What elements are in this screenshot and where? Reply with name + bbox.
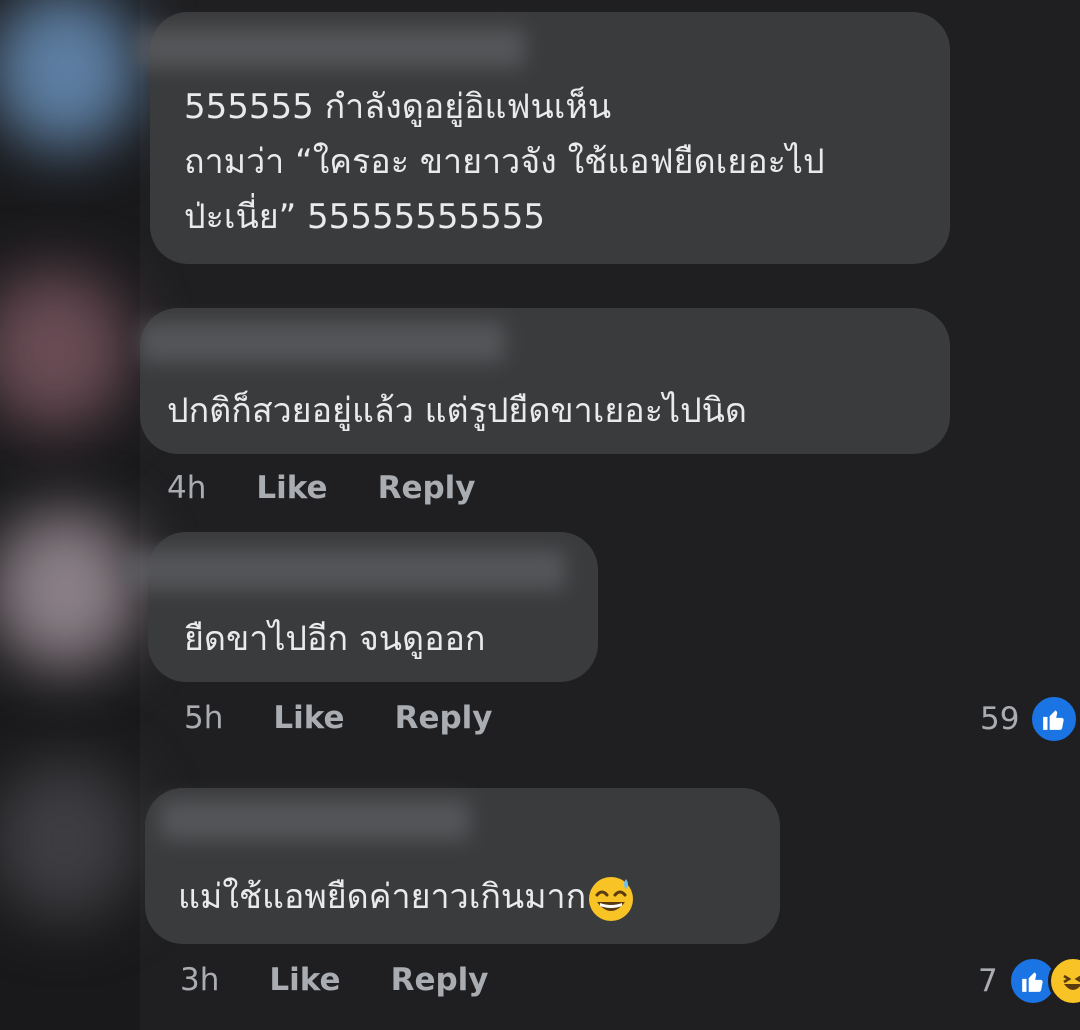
comment-line: ยืดขาไปอีก จนดูออก — [184, 619, 486, 659]
reaction-count: 7 — [978, 963, 998, 999]
comment-timestamp: 3h — [180, 962, 220, 998]
comment-text: แม่ใช้แอพยืดค่ายาวเกินมาก — [178, 870, 636, 925]
comment-actions: 4h Like Reply — [167, 470, 476, 506]
like-button[interactable]: Like — [269, 962, 340, 998]
commenter-name[interactable] — [135, 28, 525, 68]
like-button[interactable]: Like — [273, 700, 344, 736]
comment-actions: 5h Like Reply — [184, 700, 493, 736]
comment-timestamp: 5h — [184, 700, 224, 736]
avatar[interactable] — [0, 510, 140, 670]
grinning-face-with-sweat-icon — [589, 876, 634, 921]
like-button[interactable]: Like — [256, 470, 327, 506]
avatar[interactable] — [0, 270, 130, 430]
avatar-column — [0, 0, 140, 1030]
like-icon — [1029, 694, 1080, 744]
reply-button[interactable]: Reply — [378, 470, 476, 506]
haha-icon — [1047, 956, 1080, 1006]
avatar[interactable] — [0, 0, 140, 150]
commenter-name[interactable] — [125, 550, 565, 590]
reaction-summary[interactable]: 7 — [978, 956, 1080, 1006]
comment-line: 555555 กำลังดูอยู่อิแฟนเห็น — [184, 87, 612, 127]
reaction-summary[interactable]: 59 — [980, 694, 1080, 744]
comment-line: ป่ะเนี่ย” 55555555555 — [184, 197, 546, 237]
reaction-count: 59 — [980, 701, 1020, 737]
commenter-name[interactable] — [140, 322, 505, 362]
comment-line: ถามว่า “ใครอะ ขายาวจัง ใช้แอฟยืดเยอะไป — [184, 142, 825, 182]
comment-actions: 3h Like Reply — [180, 962, 489, 998]
reply-button[interactable]: Reply — [395, 700, 493, 736]
commenter-name[interactable] — [160, 800, 470, 840]
comment-text: 555555 กำลังดูอยู่อิแฟนเห็น ถามว่า “ใครอ… — [184, 80, 825, 245]
comment-timestamp: 4h — [167, 470, 207, 506]
comment-text: ยืดขาไปอีก จนดูออก — [184, 612, 486, 667]
comment-line: แม่ใช้แอพยืดค่ายาวเกินมาก — [178, 877, 587, 917]
avatar[interactable] — [0, 760, 140, 920]
reply-button[interactable]: Reply — [391, 962, 489, 998]
comment-text: ปกติก็สวยอยู่แล้ว แต่รูปยืดขาเยอะไปนิด — [167, 384, 747, 439]
comment-line: ปกติก็สวยอยู่แล้ว แต่รูปยืดขาเยอะไปนิด — [167, 391, 747, 431]
